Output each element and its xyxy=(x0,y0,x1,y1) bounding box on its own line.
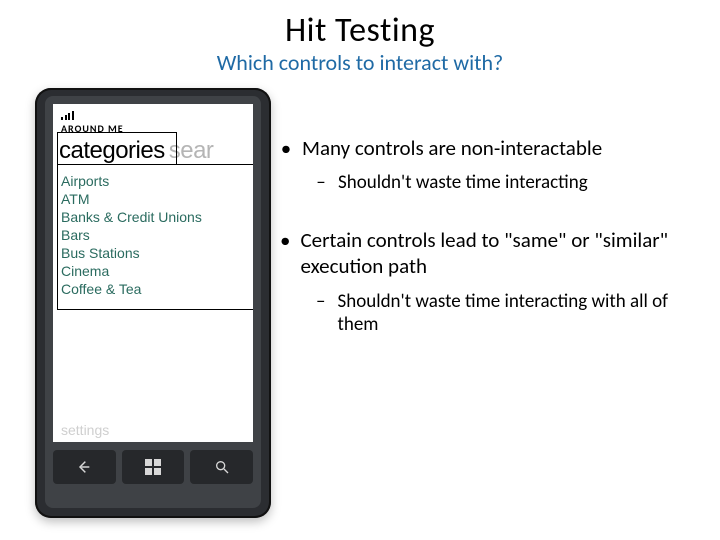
pivot-tabs: categories sear xyxy=(53,135,253,169)
status-bar xyxy=(53,104,253,116)
signal-icon xyxy=(61,111,74,120)
bullet-text: Shouldn't waste time interacting xyxy=(338,171,588,195)
search-button[interactable] xyxy=(190,450,253,484)
bullet-text: Shouldn't waste time interacting with al… xyxy=(338,290,701,338)
tab-search-peek[interactable]: sear xyxy=(169,137,214,165)
phone-screen: AROUND ME categories sear Airports ATM B… xyxy=(53,104,253,442)
slide-subtitle: Which controls to interact with? xyxy=(0,49,720,76)
bullet-text: Certain controls lead to "same" or "simi… xyxy=(300,227,700,280)
hardware-buttons xyxy=(53,450,253,484)
list-item[interactable]: ATM xyxy=(61,191,245,207)
bullet-level1: • Certain controls lead to "same" or "si… xyxy=(280,227,700,337)
slide-body: • Many controls are non-interactable – S… xyxy=(280,135,700,369)
list-item[interactable]: Coffee & Tea xyxy=(61,281,245,297)
bullet-dash-icon: – xyxy=(314,290,328,338)
app-title: AROUND ME xyxy=(53,116,253,135)
list-item[interactable]: Cinema xyxy=(61,263,245,279)
list-item[interactable]: Bars xyxy=(61,227,245,243)
back-button[interactable] xyxy=(53,450,116,484)
bullet-level2: – Shouldn't waste time interacting with … xyxy=(314,290,700,338)
phone-frame: AROUND ME categories sear Airports ATM B… xyxy=(35,88,271,518)
home-button[interactable] xyxy=(122,450,185,484)
bullet-dot-icon: • xyxy=(280,227,290,280)
back-arrow-icon xyxy=(76,459,92,475)
bullet-level2: – Shouldn't waste time interacting xyxy=(314,171,700,195)
tab-categories[interactable]: categories xyxy=(59,137,165,165)
list-item[interactable]: Bus Stations xyxy=(61,245,245,261)
phone-body: AROUND ME categories sear Airports ATM B… xyxy=(45,96,261,508)
bullet-dot-icon: • xyxy=(280,135,292,161)
search-icon xyxy=(214,459,230,475)
list-item[interactable]: Banks & Credit Unions xyxy=(61,209,245,225)
slide-title: Hit Testing xyxy=(0,10,720,51)
windows-logo-icon xyxy=(145,459,161,475)
bullet-level1: • Many controls are non-interactable – S… xyxy=(280,135,700,195)
list-item[interactable]: Airports xyxy=(61,173,245,189)
settings-link[interactable]: settings xyxy=(61,422,109,438)
bullet-text: Many controls are non-interactable xyxy=(302,135,602,161)
category-list: Airports ATM Banks & Credit Unions Bars … xyxy=(53,169,253,297)
bullet-dash-icon: – xyxy=(314,171,328,195)
